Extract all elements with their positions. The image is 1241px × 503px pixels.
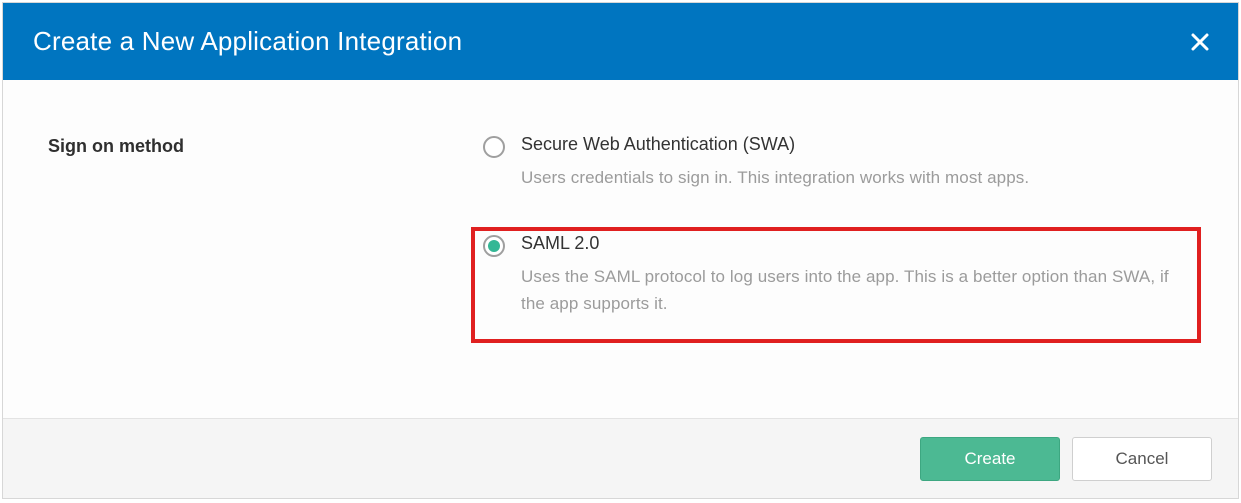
- modal-footer: Create Cancel: [3, 418, 1238, 498]
- option-swa-text: Secure Web Authentication (SWA) Users cr…: [521, 134, 1186, 191]
- cancel-button[interactable]: Cancel: [1072, 437, 1212, 481]
- field-label-column: Sign on method: [3, 130, 483, 418]
- option-saml-title: SAML 2.0: [521, 233, 1186, 254]
- modal-title: Create a New Application Integration: [33, 26, 462, 57]
- modal-header: Create a New Application Integration: [3, 3, 1238, 80]
- option-saml-description: Uses the SAML protocol to log users into…: [521, 264, 1186, 317]
- radio-saml[interactable]: [483, 235, 505, 257]
- create-app-integration-modal: Create a New Application Integration Sig…: [2, 2, 1239, 499]
- sign-on-method-label: Sign on method: [48, 136, 483, 157]
- modal-body: Sign on method Secure Web Authentication…: [3, 80, 1238, 418]
- option-swa[interactable]: Secure Web Authentication (SWA) Users cr…: [483, 130, 1186, 209]
- option-swa-title: Secure Web Authentication (SWA): [521, 134, 1186, 155]
- option-saml-text: SAML 2.0 Uses the SAML protocol to log u…: [521, 233, 1186, 317]
- close-icon[interactable]: [1190, 32, 1210, 52]
- sign-on-method-options: Secure Web Authentication (SWA) Users cr…: [483, 130, 1238, 418]
- option-swa-description: Users credentials to sign in. This integ…: [521, 165, 1186, 191]
- create-button[interactable]: Create: [920, 437, 1060, 481]
- radio-swa[interactable]: [483, 136, 505, 158]
- option-saml[interactable]: SAML 2.0 Uses the SAML protocol to log u…: [483, 229, 1186, 335]
